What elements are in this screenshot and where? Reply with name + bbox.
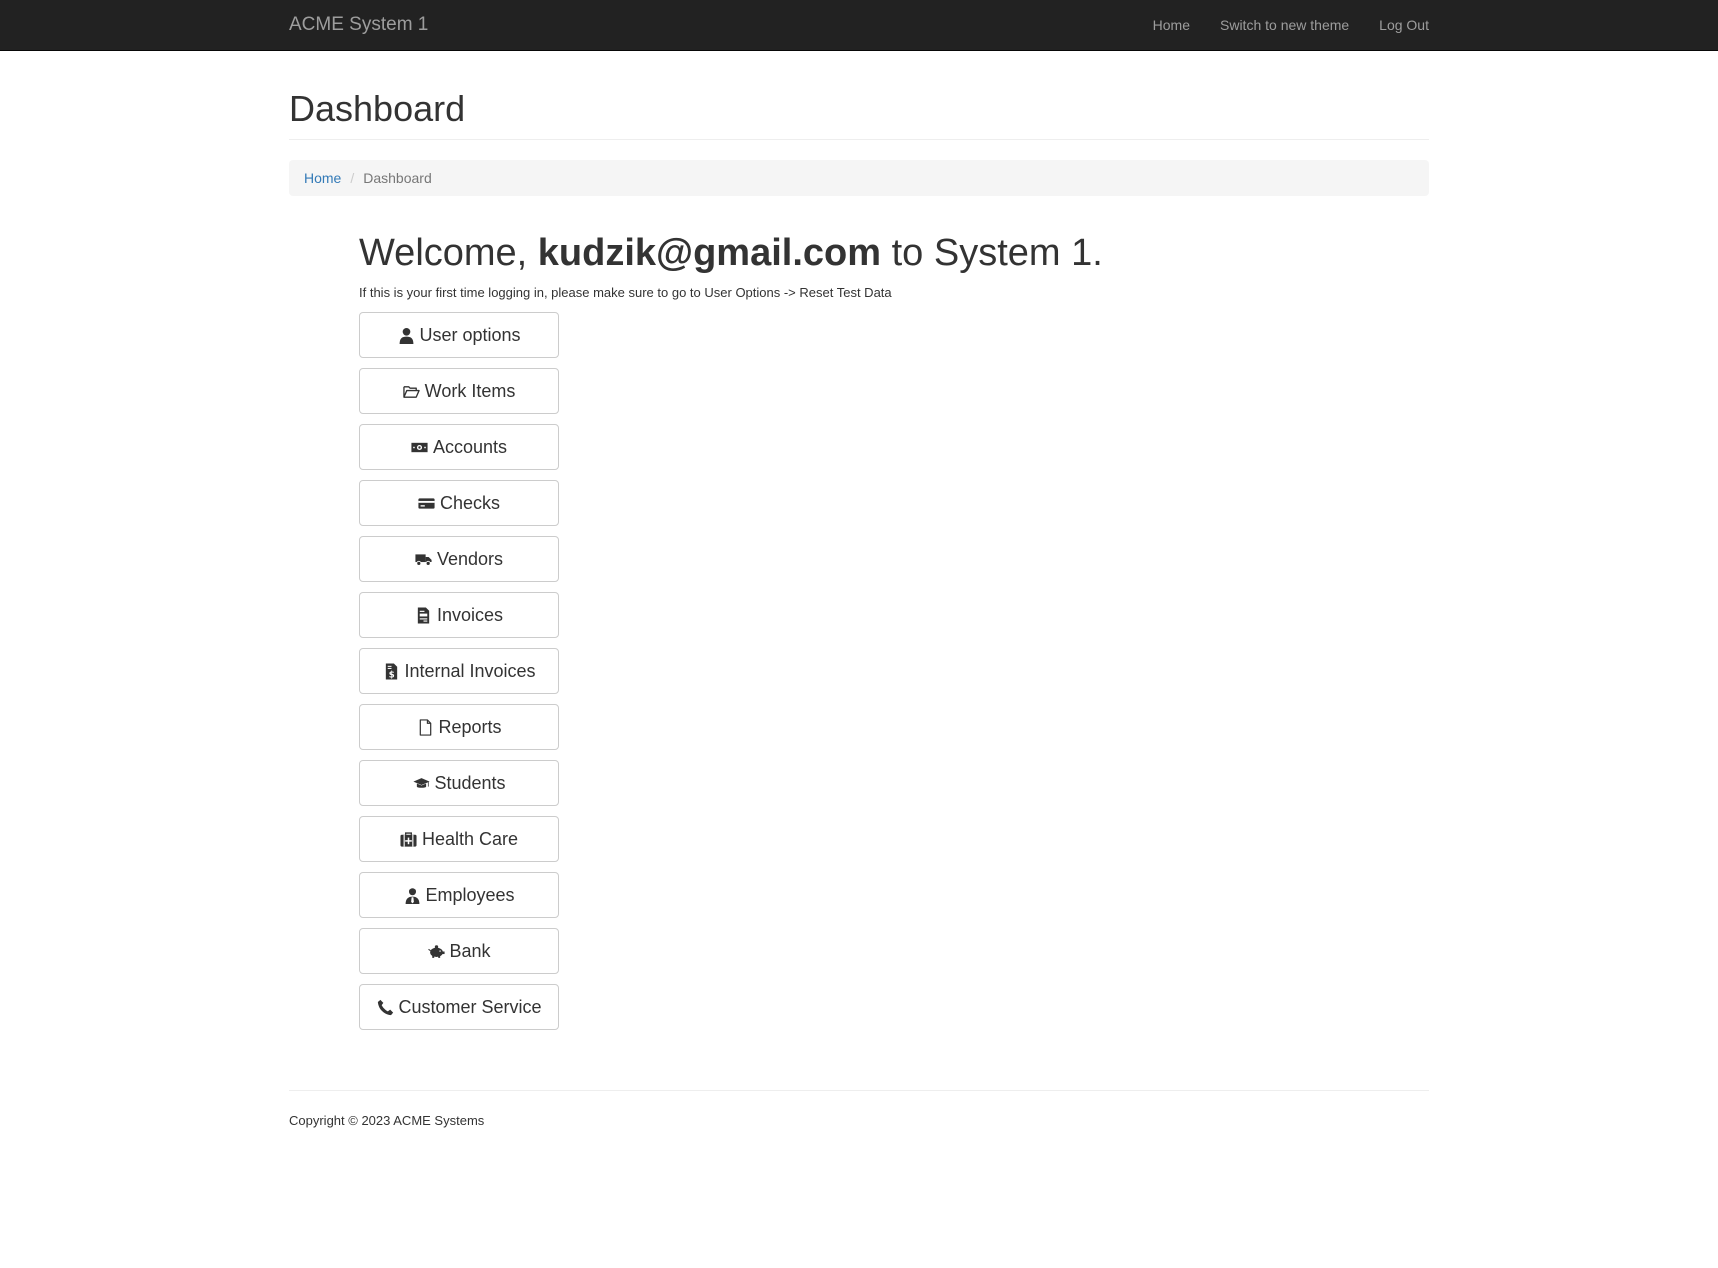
checks-label: Checks <box>439 492 501 513</box>
vendors-button[interactable]: Vendors <box>359 536 559 582</box>
svg-text:$: $ <box>389 670 395 679</box>
reports-button[interactable]: Reports <box>359 704 559 750</box>
customer-service-label: Customer Service <box>398 996 542 1017</box>
work-items-label: Work Items <box>424 380 516 401</box>
employees-button[interactable]: Employees <box>359 872 559 918</box>
file-invoice-icon <box>415 606 433 624</box>
file-invoice-dollar-icon: $ <box>382 662 400 680</box>
students-button[interactable]: Students <box>359 760 559 806</box>
health-care-label: Health Care <box>421 828 519 849</box>
accounts-label: Accounts <box>432 436 508 457</box>
customer-service-button[interactable]: Customer Service <box>359 984 559 1030</box>
top-navbar: ACME System 1 Home Switch to new theme L… <box>0 0 1718 51</box>
file-icon <box>416 718 434 736</box>
breadcrumb-home-link[interactable]: Home <box>304 170 341 186</box>
truck-icon <box>415 550 433 568</box>
breadcrumb-separator: / <box>350 170 355 186</box>
internal-invoices-label: Internal Invoices <box>404 660 536 681</box>
welcome-prefix: Welcome, <box>359 232 538 274</box>
user-options-button[interactable]: User options <box>359 312 559 358</box>
first-login-note: If this is your first time logging in, p… <box>359 285 892 300</box>
credit-card-icon <box>418 494 436 512</box>
invoices-button[interactable]: Invoices <box>359 592 559 638</box>
employees-label: Employees <box>425 884 515 905</box>
reports-label: Reports <box>438 716 502 737</box>
nav-links: Home Switch to new theme Log Out <box>1123 0 1429 50</box>
user-icon <box>397 326 415 344</box>
invoices-label: Invoices <box>436 604 504 625</box>
nav-switch-theme-link[interactable]: Switch to new theme <box>1220 15 1349 35</box>
user-options-label: User options <box>419 324 521 345</box>
students-label: Students <box>434 772 506 793</box>
nav-home-link[interactable]: Home <box>1153 15 1190 35</box>
copyright-text: Copyright © 2023 ACME Systems <box>289 1113 485 1128</box>
health-care-button[interactable]: Health Care <box>359 816 559 862</box>
user-tie-icon <box>403 886 421 904</box>
accounts-button[interactable]: Accounts <box>359 424 559 470</box>
welcome-heading: Welcome, kudzik@gmail.com to System 1. <box>359 232 1429 274</box>
bank-label: Bank <box>449 940 491 961</box>
breadcrumb: Home / Dashboard <box>289 160 1429 196</box>
checks-button[interactable]: Checks <box>359 480 559 526</box>
graduation-cap-icon <box>412 774 430 792</box>
page-title: Dashboard <box>289 88 466 129</box>
welcome-suffix: to System 1. <box>881 232 1103 274</box>
main-container: Dashboard Home / Dashboard Welcome, kudz… <box>289 51 1429 1128</box>
medkit-icon <box>400 830 418 848</box>
internal-invoices-button[interactable]: $ Internal Invoices <box>359 648 559 694</box>
money-bill-icon <box>411 438 429 456</box>
vendors-label: Vendors <box>436 548 504 569</box>
page-header: Dashboard <box>289 89 1429 140</box>
bank-button[interactable]: Bank <box>359 928 559 974</box>
work-items-button[interactable]: Work Items <box>359 368 559 414</box>
breadcrumb-current: Dashboard <box>363 170 432 186</box>
footer: Copyright © 2023 ACME Systems <box>289 1090 1429 1128</box>
nav-logout-link[interactable]: Log Out <box>1379 15 1429 35</box>
piggy-bank-icon <box>427 942 445 960</box>
welcome-user-email: kudzik@gmail.com <box>537 232 882 274</box>
phone-icon <box>376 998 394 1016</box>
dashboard-content: Welcome, kudzik@gmail.com to System 1. I… <box>359 232 1429 1030</box>
folder-open-icon <box>403 382 421 400</box>
brand-link[interactable]: ACME System 1 <box>289 14 428 36</box>
dashboard-button-list: User options Work Items Accounts Checks <box>359 312 1429 1030</box>
